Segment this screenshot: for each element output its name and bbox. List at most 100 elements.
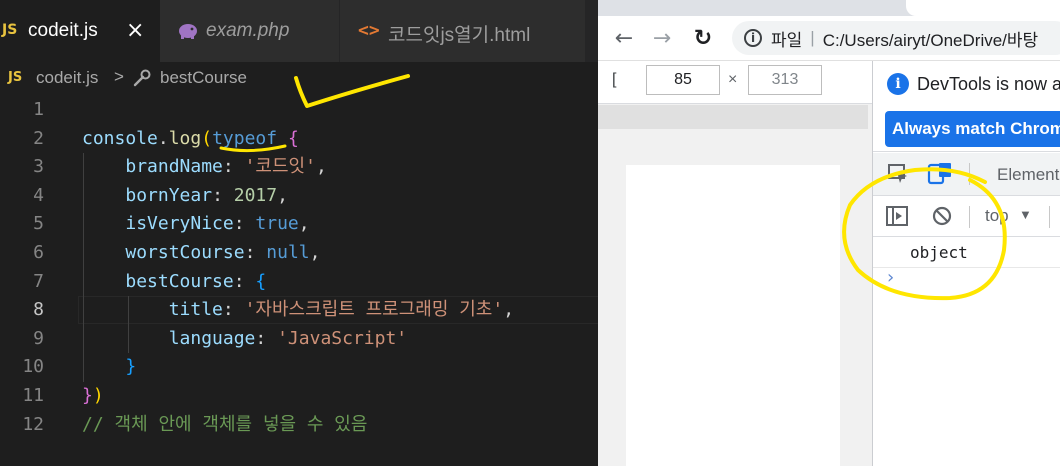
line-number: 4 — [33, 184, 44, 206]
code-token: 2017 — [233, 184, 278, 206]
tab-elements[interactable]: Element — [997, 165, 1059, 185]
code-text: } — [82, 353, 136, 381]
tab-label: 코드잇js열기.html — [388, 25, 531, 46]
breadcrumb-file[interactable]: codeit.js — [36, 68, 98, 88]
line-number: 12 — [22, 413, 44, 435]
code-token: // 객체 안에 객체를 넣을 수 있음 — [82, 413, 368, 435]
info-icon: i — [887, 73, 909, 95]
code-token: 'JavaScript' — [277, 327, 408, 349]
code-line[interactable]: 4 bornYear: 2017, — [0, 182, 598, 210]
code-token: : — [233, 213, 256, 235]
tab-exam-php[interactable]: exam.php — [160, 0, 340, 62]
code-line[interactable]: 8 title: '자바스크립트 프로그래밍 기초', — [0, 296, 598, 325]
html-file-icon: <> — [358, 20, 380, 41]
notice-text: DevTools is now a — [917, 74, 1060, 94]
code-token: : — [212, 184, 234, 206]
page-viewport: [ 85 × 313 — [598, 61, 872, 466]
indent-guide — [83, 153, 84, 382]
device-toolbar: [ 85 × 313 — [598, 61, 872, 104]
code-line[interactable]: 11}) — [0, 382, 598, 410]
code-token: worstCourse — [125, 242, 245, 263]
line-number: 8 — [33, 299, 44, 321]
tab-label: codeit.js — [28, 20, 98, 41]
code-token: , — [315, 156, 327, 178]
code-token: . — [157, 127, 169, 149]
js-file-icon: JS — [2, 22, 18, 38]
width-input[interactable]: 85 — [646, 65, 720, 95]
close-icon[interactable]: × — [126, 18, 144, 43]
sidebar-toggle-icon[interactable] — [885, 205, 909, 227]
clear-console-icon[interactable] — [931, 205, 953, 227]
chevron-down-icon[interactable]: ▼ — [1019, 207, 1032, 222]
url-text: C:/Users/airyt/OneDrive/바탕 — [822, 30, 1039, 50]
times-sign: × — [728, 71, 738, 88]
line-number: 2 — [33, 127, 44, 149]
forward-button[interactable]: → — [648, 24, 676, 52]
always-match-button[interactable]: Always match Chrom — [885, 111, 1060, 147]
code-token: } — [82, 385, 93, 406]
code-token: { — [255, 270, 267, 292]
address-separator: | — [810, 28, 815, 47]
code-token: bestCourse — [125, 270, 234, 292]
code-line[interactable]: 5 isVeryNice: true, — [0, 210, 598, 238]
info-icon[interactable]: i — [744, 29, 762, 47]
code-line[interactable]: 3 brandName: '코드잇', — [0, 153, 598, 181]
code-text: language: 'JavaScript' — [82, 325, 407, 353]
context-selector[interactable]: top — [985, 206, 1009, 226]
code-token: language — [168, 327, 256, 349]
editor-tab-bar: JS codeit.js × exam.php <> 코드잇js열기.html — [0, 0, 598, 62]
device-toggle-icon[interactable] — [927, 161, 953, 187]
height-input[interactable]: 313 — [748, 65, 822, 95]
code-line[interactable]: 10 } — [0, 353, 598, 381]
scheme-label: 파일 — [771, 30, 803, 50]
console-message: object — [873, 237, 1060, 268]
code-line[interactable]: 12 // 객체 안에 객체를 넣을 수 있음 — [0, 411, 598, 439]
code-token: : — [233, 270, 256, 292]
code-line[interactable]: 1 — [0, 96, 598, 124]
code-token: isVeryNice — [125, 213, 234, 235]
address-bar[interactable]: i 파일 | C:/Users/airyt/OneDrive/바탕 — [732, 21, 1060, 55]
line-number: 9 — [33, 327, 44, 349]
code-token: ) — [92, 385, 104, 406]
divider — [969, 206, 970, 228]
inspect-icon[interactable] — [887, 163, 909, 185]
code-token: , — [277, 184, 288, 206]
browser-tab[interactable] — [906, 0, 1060, 16]
code-line[interactable]: 2 console.log(typeof { — [0, 125, 598, 153]
breadcrumb-symbol[interactable]: bestCourse — [160, 68, 247, 88]
back-button[interactable]: ← — [610, 24, 638, 52]
code-token: '코드잇' — [244, 156, 316, 178]
code-token: : — [222, 299, 245, 321]
js-file-icon: JS — [8, 70, 23, 85]
device-indicator: [ — [612, 71, 617, 88]
tab-codeit-js[interactable]: JS codeit.js × — [0, 0, 160, 62]
indent-guide — [128, 296, 129, 354]
tab-label: exam.php — [206, 20, 290, 41]
code-token: brandName — [125, 156, 223, 178]
code-text: bornYear: 2017, — [82, 182, 288, 210]
reload-button[interactable]: ↻ — [689, 24, 717, 52]
devtools-tab-bar: Element — [873, 153, 1060, 196]
browser-toolbar: ← → ↻ i 파일 | C:/Users/airyt/OneDrive/바탕 — [598, 16, 1060, 61]
code-token: : — [222, 156, 245, 178]
divider — [969, 163, 970, 185]
tab-codeit-html[interactable]: <> 코드잇js열기.html — [340, 0, 585, 62]
code-token: , — [503, 299, 515, 321]
code-line[interactable]: 6 worstCourse: null, — [0, 239, 598, 267]
devtools-panel: i DevTools is now a Always match Chrom E… — [872, 61, 1060, 466]
console-prompt-icon[interactable]: › — [887, 267, 894, 288]
code-token: { — [287, 127, 299, 149]
code-line[interactable]: 7 bestCourse: { — [0, 268, 598, 296]
code-token: : — [255, 327, 278, 349]
line-number: 10 — [22, 356, 44, 378]
line-number: 1 — [33, 99, 44, 120]
code-line[interactable]: 9 language: 'JavaScript' — [0, 325, 598, 353]
